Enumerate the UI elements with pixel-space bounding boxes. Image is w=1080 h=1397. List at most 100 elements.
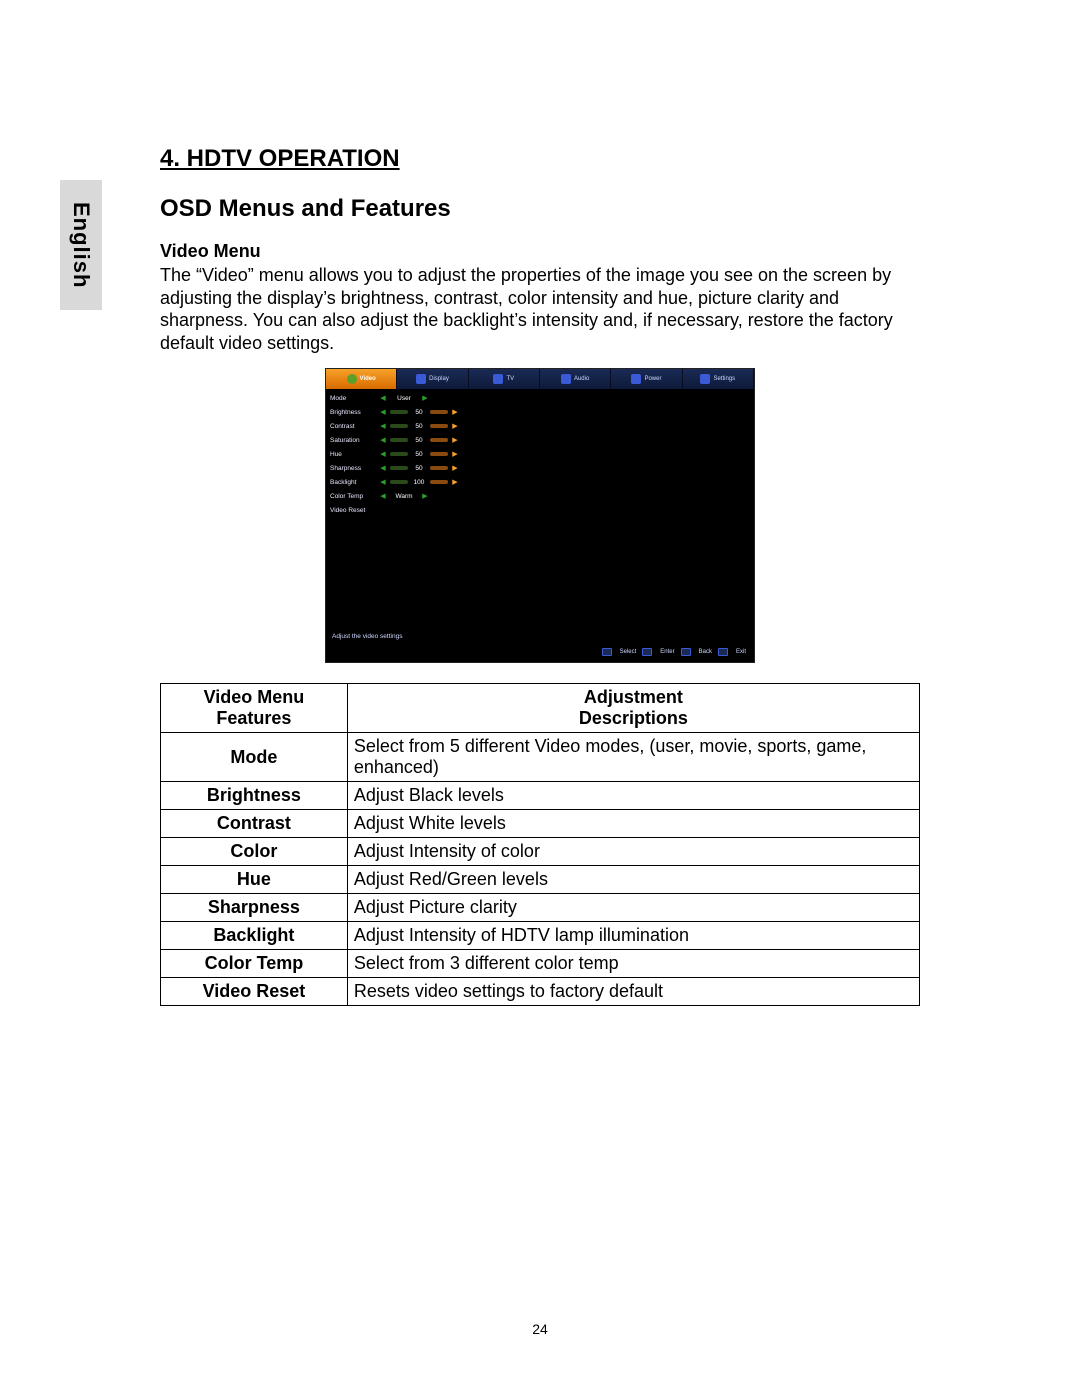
osd-setting-row: Saturation ◀ 50 ▶: [326, 433, 754, 447]
feature-name: Contrast: [161, 810, 348, 838]
table-row: Color TempSelect from 3 different color …: [161, 950, 920, 978]
key-icon: [681, 648, 691, 656]
feature-description: Adjust Intensity of color: [347, 838, 919, 866]
feature-description: Resets video settings to factory default: [347, 978, 919, 1006]
osd-setting-value: 50: [412, 423, 426, 430]
osd-tab-display: Display: [397, 369, 468, 389]
osd-body: Mode◀User▶Brightness◀50▶Contrast◀50▶Satu…: [326, 389, 754, 629]
slider-track: [430, 466, 448, 470]
arrow-left-icon: ◀: [380, 408, 386, 416]
arrow-right-icon: ▶: [452, 478, 458, 486]
arrow-right-icon: ▶: [452, 436, 458, 444]
slider-track: [430, 410, 448, 414]
arrow-right-icon: ▶: [452, 450, 458, 458]
osd-setting-label: Color Temp: [330, 493, 376, 500]
arrow-left-icon: ◀: [380, 436, 386, 444]
slider-track: [430, 480, 448, 484]
feature-description: Adjust White levels: [347, 810, 919, 838]
osd-setting-label: Backlight: [330, 479, 376, 486]
table-row: SharpnessAdjust Picture clarity: [161, 894, 920, 922]
feature-name: Color Temp: [161, 950, 348, 978]
key-icon: [642, 648, 652, 656]
arrow-right-icon: ▶: [422, 492, 428, 500]
feature-description: Select from 5 different Video modes, (us…: [347, 733, 919, 782]
slider-track: [430, 424, 448, 428]
slider-track: [430, 438, 448, 442]
feature-description: Select from 3 different color temp: [347, 950, 919, 978]
slider-track: [390, 410, 408, 414]
slider-track: [430, 452, 448, 456]
arrow-left-icon: ◀: [380, 450, 386, 458]
slider-track: [390, 452, 408, 456]
osd-setting-value: 50: [412, 465, 426, 472]
section-title: 4. HDTV OPERATION: [160, 145, 920, 173]
feature-name: Sharpness: [161, 894, 348, 922]
osd-footer: Select Enter Back Exit: [326, 644, 754, 662]
osd-setting-row: Color Temp◀Warm▶: [326, 489, 754, 503]
osd-setting-label: Sharpness: [330, 465, 376, 472]
table-header-features: Video Menu Features: [161, 684, 348, 733]
table-header-descriptions: Adjustment Descriptions: [347, 684, 919, 733]
page-content: 4. HDTV OPERATION OSD Menus and Features…: [160, 145, 920, 1006]
slider-track: [390, 424, 408, 428]
slider-track: [390, 438, 408, 442]
display-icon: [416, 374, 426, 384]
feature-name: Mode: [161, 733, 348, 782]
feature-description: Adjust Black levels: [347, 782, 919, 810]
page-number: 24: [0, 1321, 1080, 1337]
osd-setting-value: 100: [412, 479, 426, 486]
feature-name: Hue: [161, 866, 348, 894]
feature-name: Color: [161, 838, 348, 866]
osd-setting-label: Saturation: [330, 437, 376, 444]
table-row: BrightnessAdjust Black levels: [161, 782, 920, 810]
osd-setting-row: Video Reset: [326, 503, 754, 517]
osd-setting-label: Brightness: [330, 409, 376, 416]
tv-icon: [493, 374, 503, 384]
table-row: ContrastAdjust White levels: [161, 810, 920, 838]
osd-setting-value: Warm: [390, 493, 418, 500]
arrow-left-icon: ◀: [380, 394, 386, 402]
osd-tab-tv: TV: [469, 369, 540, 389]
osd-hint: Adjust the video settings: [326, 629, 754, 644]
osd-setting-value: 50: [412, 437, 426, 444]
osd-setting-row: Backlight ◀ 100 ▶: [326, 475, 754, 489]
osd-tab-bar: Video Display TV Audio Power Settings: [326, 369, 754, 389]
osd-tab-settings: Settings: [683, 369, 754, 389]
osd-setting-value: 50: [412, 409, 426, 416]
table-row: ModeSelect from 5 different Video modes,…: [161, 733, 920, 782]
feature-description: Adjust Red/Green levels: [347, 866, 919, 894]
osd-setting-value: User: [390, 395, 418, 402]
osd-setting-row: Contrast◀50▶: [326, 419, 754, 433]
slider-track: [390, 480, 408, 484]
osd-setting-row: Brightness ◀ 50 ▶: [326, 405, 754, 419]
feature-description: Adjust Intensity of HDTV lamp illuminati…: [347, 922, 919, 950]
arrow-right-icon: ▶: [452, 464, 458, 472]
feature-description: Adjust Picture clarity: [347, 894, 919, 922]
key-icon: [602, 648, 612, 656]
arrow-left-icon: ◀: [380, 478, 386, 486]
feature-name: Video Reset: [161, 978, 348, 1006]
video-menu-heading: Video Menu: [160, 241, 920, 262]
power-icon: [631, 374, 641, 384]
slider-track: [390, 466, 408, 470]
osd-setting-value: 50: [412, 451, 426, 458]
osd-setting-label: Mode: [330, 395, 376, 402]
language-tab-label: English: [68, 202, 94, 288]
table-row: ColorAdjust Intensity of color: [161, 838, 920, 866]
settings-icon: [700, 374, 710, 384]
sub-title: OSD Menus and Features: [160, 195, 920, 223]
osd-setting-label: Contrast: [330, 423, 376, 430]
table-row: BacklightAdjust Intensity of HDTV lamp i…: [161, 922, 920, 950]
key-icon: [718, 648, 728, 656]
arrow-left-icon: ◀: [380, 464, 386, 472]
osd-setting-label: Hue: [330, 451, 376, 458]
osd-screenshot: Video Display TV Audio Power Settings Mo…: [325, 368, 755, 663]
arrow-right-icon: ▶: [452, 408, 458, 416]
table-row: Video ResetResets video settings to fact…: [161, 978, 920, 1006]
arrow-right-icon: ▶: [452, 422, 458, 430]
table-row: HueAdjust Red/Green levels: [161, 866, 920, 894]
osd-setting-row: Sharpness ◀ 50 ▶: [326, 461, 754, 475]
audio-icon: [561, 374, 571, 384]
osd-tab-video: Video: [326, 369, 397, 389]
osd-tab-audio: Audio: [540, 369, 611, 389]
